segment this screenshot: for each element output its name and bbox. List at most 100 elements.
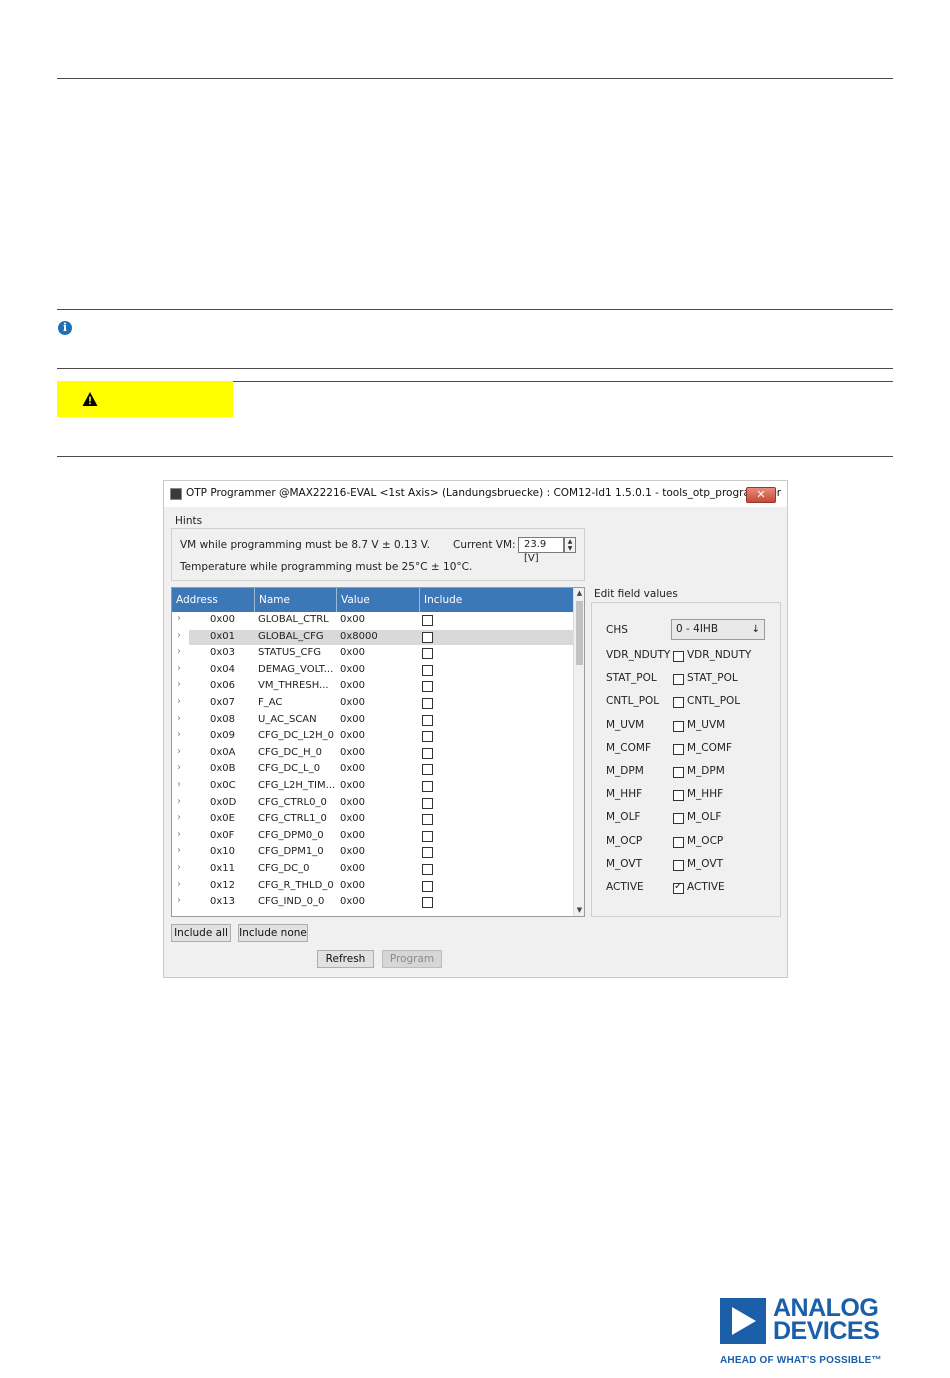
expand-chevron-icon[interactable]: › <box>177 829 181 840</box>
expand-chevron-icon[interactable]: › <box>177 746 181 757</box>
expand-chevron-icon[interactable]: › <box>177 713 181 724</box>
scroll-down-icon[interactable]: ▼ <box>574 905 584 916</box>
close-button[interactable]: ✕ <box>746 487 776 503</box>
field-checkbox-label-active[interactable]: ACTIVE <box>687 881 725 893</box>
field-checkbox-label-stat-pol[interactable]: STAT_POL <box>687 672 738 684</box>
expand-chevron-icon[interactable]: › <box>177 646 181 657</box>
chs-select[interactable]: 0 - 4IHB ↓ <box>671 619 765 640</box>
row-include-checkbox[interactable] <box>422 631 433 643</box>
table-row[interactable]: › 0x0A CFG_DC_H_0 0x00 <box>172 745 573 762</box>
row-include-checkbox[interactable] <box>422 664 433 676</box>
field-checkbox-label-m-uvm[interactable]: M_UVM <box>687 719 725 731</box>
row-include-checkbox[interactable] <box>422 814 433 826</box>
expand-chevron-icon[interactable]: › <box>177 613 181 624</box>
expand-chevron-icon[interactable]: › <box>177 879 181 890</box>
row-include-checkbox[interactable] <box>422 880 433 892</box>
field-checkbox-label-vdr-nduty[interactable]: VDR_NDUTY <box>687 649 751 661</box>
table-row[interactable]: › 0x0B CFG_DC_L_0 0x00 <box>172 761 573 778</box>
row-include-checkbox[interactable] <box>422 797 433 809</box>
row-include-checkbox[interactable] <box>422 681 433 693</box>
table-row[interactable]: › 0x0F CFG_DPM0_0 0x00 <box>172 828 573 845</box>
spin-up-icon[interactable]: ▲ <box>565 538 575 545</box>
row-name: CFG_IND_0_0 <box>258 896 325 908</box>
table-row[interactable]: › 0x10 CFG_DPM1_0 0x00 <box>172 844 573 861</box>
row-include-checkbox[interactable] <box>422 714 433 726</box>
scroll-up-icon[interactable]: ▲ <box>574 588 584 599</box>
field-checkbox-label-m-comf[interactable]: M_COMF <box>687 742 732 754</box>
row-address: 0x07 <box>210 696 236 708</box>
table-row[interactable]: › 0x11 CFG_DC_0 0x00 <box>172 861 573 878</box>
row-address: 0x0E <box>210 813 235 825</box>
field-checkbox-m-comf[interactable] <box>673 743 684 755</box>
column-header-value[interactable]: Value <box>337 588 420 612</box>
table-scrollbar[interactable]: ▲ ▼ <box>573 588 584 916</box>
row-include-checkbox[interactable] <box>422 697 433 709</box>
expand-chevron-icon[interactable]: › <box>177 630 181 641</box>
field-checkbox-m-ovt[interactable] <box>673 859 684 871</box>
table-row[interactable]: › 0x12 CFG_R_THLD_0 0x00 <box>172 878 573 895</box>
include-none-button[interactable]: Include none <box>238 924 308 942</box>
spin-down-icon[interactable]: ▼ <box>565 545 575 552</box>
table-row[interactable]: › 0x09 CFG_DC_L2H_0 0x00 <box>172 728 573 745</box>
column-header-address[interactable]: Address <box>172 588 255 612</box>
column-header-include[interactable]: Include <box>420 588 573 612</box>
table-row[interactable]: › 0x08 U_AC_SCAN 0x00 <box>172 712 573 729</box>
include-all-button[interactable]: Include all <box>171 924 231 942</box>
vm-spinner[interactable]: ▲ ▼ <box>564 537 576 553</box>
expand-chevron-icon[interactable]: › <box>177 679 181 690</box>
table-row[interactable]: › 0x0C CFG_L2H_TIM... 0x00 <box>172 778 573 795</box>
row-include-checkbox[interactable] <box>422 863 433 875</box>
field-checkbox-cntl-pol[interactable] <box>673 697 684 709</box>
row-include-checkbox[interactable] <box>422 780 433 792</box>
table-row[interactable]: › 0x01 GLOBAL_CFG 0x8000 <box>172 629 573 646</box>
table-row[interactable]: › 0x04 DEMAG_VOLT... 0x00 <box>172 662 573 679</box>
field-checkbox-m-hhf[interactable] <box>673 790 684 802</box>
expand-chevron-icon[interactable]: › <box>177 845 181 856</box>
row-include-checkbox[interactable] <box>422 847 433 859</box>
expand-chevron-icon[interactable]: › <box>177 762 181 773</box>
row-include-checkbox[interactable] <box>422 747 433 759</box>
table-row[interactable]: › 0x0E CFG_CTRL1_0 0x00 <box>172 811 573 828</box>
program-button[interactable]: Program <box>382 950 442 968</box>
field-checkbox-m-olf[interactable] <box>673 813 684 825</box>
table-row[interactable]: › 0x06 VM_THRESH... 0x00 <box>172 678 573 695</box>
field-checkbox-m-dpm[interactable] <box>673 767 684 778</box>
expand-chevron-icon[interactable]: › <box>177 812 181 823</box>
field-checkbox-label-m-hhf[interactable]: M_HHF <box>687 788 723 800</box>
expand-chevron-icon[interactable]: › <box>177 779 181 790</box>
expand-chevron-icon[interactable]: › <box>177 729 181 740</box>
row-include-checkbox[interactable] <box>422 830 433 842</box>
table-row[interactable]: › 0x13 CFG_IND_0_0 0x00 <box>172 894 573 911</box>
refresh-button[interactable]: Refresh <box>317 950 374 968</box>
field-checkbox-vdr-nduty[interactable] <box>673 651 684 662</box>
row-include-checkbox[interactable] <box>422 897 433 909</box>
row-value: 0x00 <box>340 696 366 708</box>
field-checkbox-label-cntl-pol[interactable]: CNTL_POL <box>687 695 740 707</box>
expand-chevron-icon[interactable]: › <box>177 663 181 674</box>
table-row[interactable]: › 0x03 STATUS_CFG 0x00 <box>172 645 573 662</box>
row-include-checkbox[interactable] <box>422 731 433 743</box>
table-row[interactable]: › 0x07 F_AC 0x00 <box>172 695 573 712</box>
field-checkbox-label-m-ocp[interactable]: M_OCP <box>687 835 723 847</box>
expand-chevron-icon[interactable]: › <box>177 796 181 807</box>
table-row[interactable]: › 0x00 GLOBAL_CTRL 0x00 <box>172 612 573 629</box>
expand-chevron-icon[interactable]: › <box>177 895 181 906</box>
row-include-checkbox[interactable] <box>422 648 433 660</box>
current-vm-field[interactable]: 23.9 [V] <box>518 537 564 564</box>
field-checkbox-active[interactable] <box>673 881 684 894</box>
expand-chevron-icon[interactable]: › <box>177 862 181 873</box>
expand-chevron-icon[interactable]: › <box>177 696 181 707</box>
row-include-checkbox[interactable] <box>422 764 433 776</box>
scroll-thumb[interactable] <box>576 601 583 665</box>
field-checkbox-m-ocp[interactable] <box>673 836 684 848</box>
title-bar[interactable]: OTP Programmer @MAX22216-EVAL <1st Axis>… <box>164 481 787 507</box>
column-header-name[interactable]: Name <box>255 588 337 612</box>
field-checkbox-m-uvm[interactable] <box>673 720 684 732</box>
field-checkbox-label-m-olf[interactable]: M_OLF <box>687 811 721 823</box>
table-row[interactable]: › 0x0D CFG_CTRL0_0 0x00 <box>172 795 573 812</box>
row-include-checkbox[interactable] <box>422 615 433 626</box>
field-checkbox-stat-pol[interactable] <box>673 674 684 686</box>
field-checkbox-label-m-dpm[interactable]: M_DPM <box>687 765 725 777</box>
row-address: 0x0B <box>210 763 236 775</box>
field-checkbox-label-m-ovt[interactable]: M_OVT <box>687 858 723 870</box>
